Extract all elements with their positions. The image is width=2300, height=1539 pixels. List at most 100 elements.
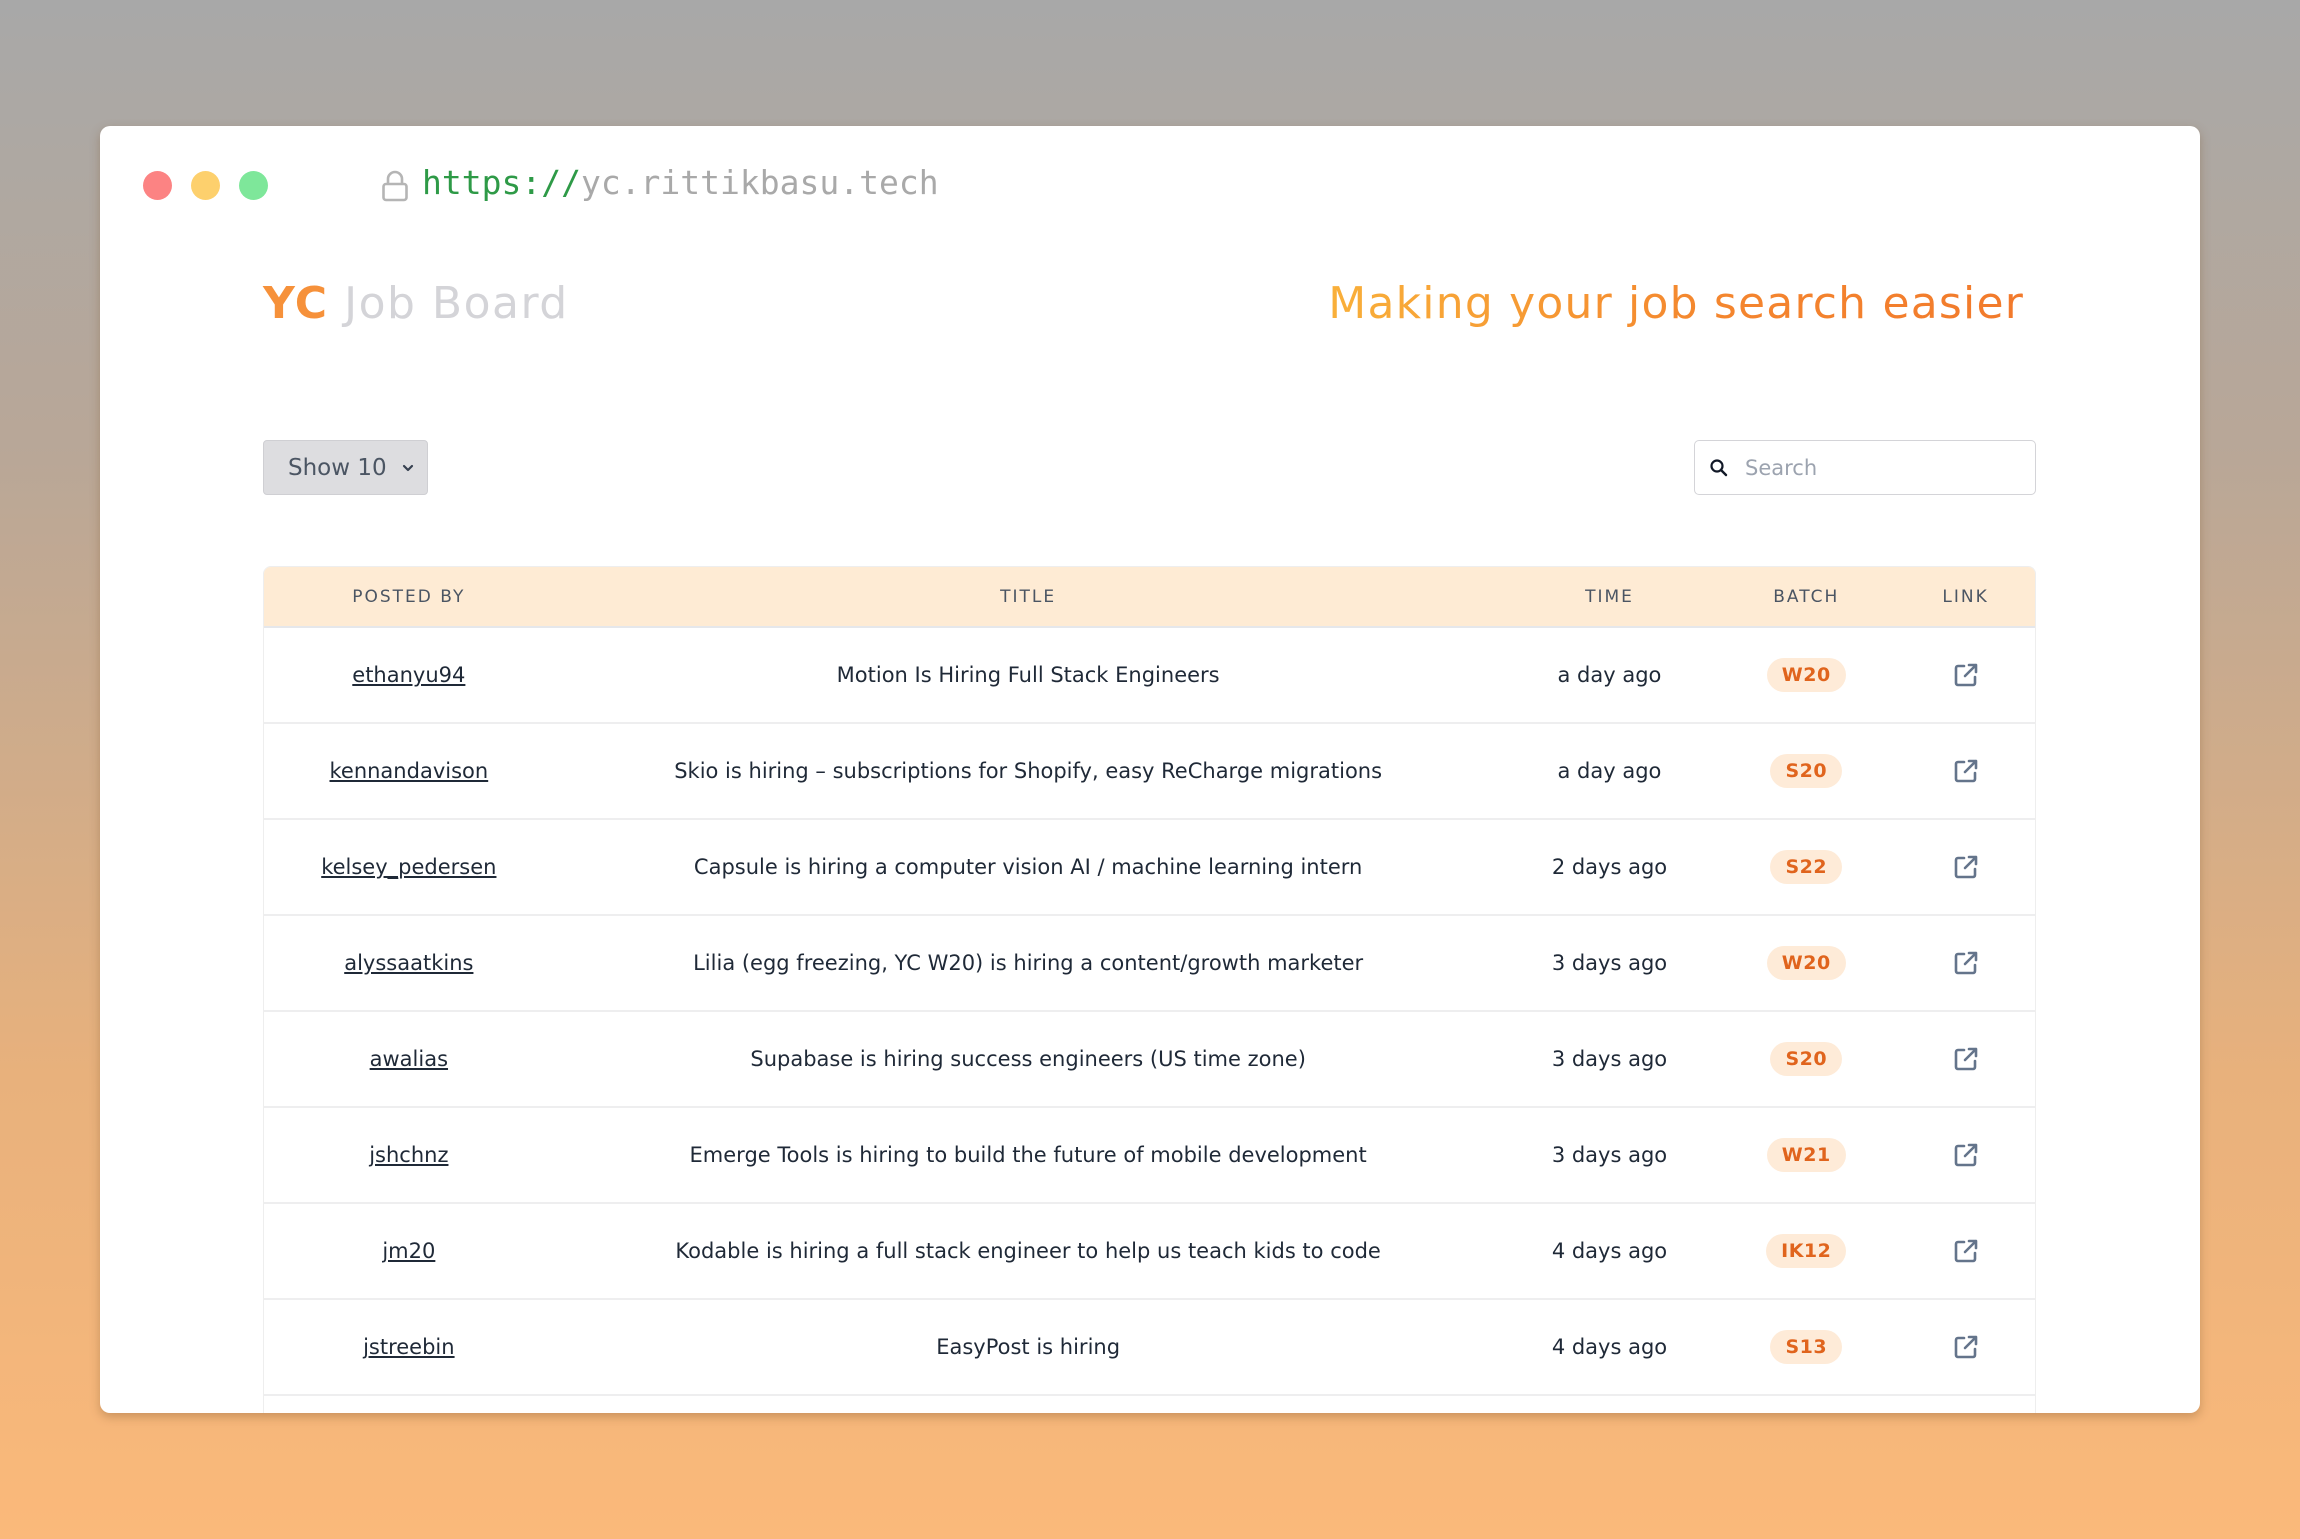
external-link-icon[interactable] xyxy=(1952,1333,1980,1361)
column-header-title[interactable]: Title xyxy=(554,587,1503,607)
poster-link[interactable]: ethanyu94 xyxy=(352,663,465,687)
link-cell xyxy=(1896,1333,2035,1361)
link-cell xyxy=(1896,1237,2035,1265)
batch-cell: S13 xyxy=(1716,1330,1896,1364)
external-link-icon[interactable] xyxy=(1952,1237,1980,1265)
page-size-select[interactable]: Show 10 xyxy=(263,440,428,495)
external-link-icon[interactable] xyxy=(1952,661,1980,689)
table-body: ethanyu94 Motion Is Hiring Full Stack En… xyxy=(264,628,2035,1413)
posted-by-cell: jstreebin xyxy=(264,1335,554,1359)
external-link-icon[interactable] xyxy=(1952,949,1980,977)
batch-cell: S20 xyxy=(1716,1042,1896,1076)
batch-badge: W20 xyxy=(1766,946,1846,980)
batch-cell: W21 xyxy=(1716,1138,1896,1172)
poster-link[interactable]: kennandavison xyxy=(329,759,488,783)
job-title: Skio is hiring – subscriptions for Shopi… xyxy=(674,759,1383,783)
external-link-icon[interactable] xyxy=(1952,853,1980,881)
poster-link[interactable]: awalias xyxy=(370,1047,448,1071)
posted-time: a day ago xyxy=(1557,759,1662,783)
search-icon xyxy=(1710,458,1728,476)
browser-window: https://yc.rittikbasu.tech YC Job Board … xyxy=(100,126,2200,1413)
column-header-link: Link xyxy=(1942,586,1989,607)
posted-time: 4 days ago xyxy=(1551,1239,1668,1263)
posted-time: a day ago xyxy=(1557,663,1662,687)
url-scheme: https:// xyxy=(422,163,581,202)
posted-by-cell: alyssaatkins xyxy=(264,951,554,975)
minimize-window-button[interactable] xyxy=(191,171,220,200)
site-logo[interactable]: YC Job Board xyxy=(263,278,569,329)
poster-link[interactable]: kelsey_pedersen xyxy=(321,855,496,879)
search-box[interactable] xyxy=(1694,440,2036,495)
job-title: Capsule is hiring a computer vision AI /… xyxy=(693,855,1363,879)
batch-badge: S22 xyxy=(1770,850,1843,884)
batch-badge: S20 xyxy=(1770,754,1843,788)
batch-cell: W20 xyxy=(1716,946,1896,980)
table-row: alyssaatkins Lilia (egg freezing, YC W20… xyxy=(264,916,2035,1012)
posted-by-cell: kennandavison xyxy=(264,759,554,783)
link-cell xyxy=(1896,949,2035,977)
chevron-down-icon xyxy=(402,464,413,471)
address-bar[interactable]: https://yc.rittikbasu.tech xyxy=(422,163,939,202)
browser-titlebar: https://yc.rittikbasu.tech xyxy=(100,126,2200,246)
posted-time: 2 days ago xyxy=(1551,855,1668,879)
jobs-table: Posted By Title Time Batch Link ethanyu9… xyxy=(263,566,2036,1413)
batch-cell: IK12 xyxy=(1716,1234,1896,1268)
posted-time: 4 days ago xyxy=(1551,1335,1668,1359)
table-row: jstreebin EasyPost is hiring 4 days ago … xyxy=(264,1300,2035,1396)
maximize-window-button[interactable] xyxy=(239,171,268,200)
url-host: yc.rittikbasu.tech xyxy=(580,163,939,202)
posted-by-cell: jshchnz xyxy=(264,1143,554,1167)
table-row: jshchnz Emerge Tools is hiring to build … xyxy=(264,1108,2035,1204)
external-link-icon[interactable] xyxy=(1952,1045,1980,1073)
posted-time: 3 days ago xyxy=(1551,1143,1668,1167)
job-title: EasyPost is hiring xyxy=(936,1335,1121,1359)
brand-name: Job Board xyxy=(344,278,569,329)
poster-link[interactable]: alyssaatkins xyxy=(344,951,473,975)
column-header-batch[interactable]: Batch xyxy=(1716,587,1896,607)
job-title: Kodable is hiring a full stack engineer … xyxy=(675,1239,1381,1263)
close-window-button[interactable] xyxy=(143,171,172,200)
table-row: kennandavison Skio is hiring – subscript… xyxy=(264,724,2035,820)
external-link-icon[interactable] xyxy=(1952,1141,1980,1169)
column-header-posted-by[interactable]: Posted By xyxy=(264,587,554,607)
posted-by-cell: awalias xyxy=(264,1047,554,1071)
link-cell xyxy=(1896,1045,2035,1073)
column-header-time[interactable]: Time xyxy=(1503,587,1717,607)
page-size-label: Show 10 xyxy=(288,454,387,481)
posted-time: 3 days ago xyxy=(1551,951,1668,975)
posted-by-cell: jm20 xyxy=(264,1239,554,1263)
batch-badge: W21 xyxy=(1766,1138,1846,1172)
job-title: Lilia (egg freezing, YC W20) is hiring a… xyxy=(693,951,1364,975)
batch-badge: W20 xyxy=(1766,658,1846,692)
tagline: Making your job search easier xyxy=(1328,278,2024,329)
batch-badge: IK12 xyxy=(1766,1234,1847,1268)
poster-link[interactable]: jstreebin xyxy=(363,1335,455,1359)
posted-by-cell: ethanyu94 xyxy=(264,663,554,687)
job-title: Supabase is hiring success engineers (US… xyxy=(750,1047,1306,1071)
poster-link[interactable]: jshchnz xyxy=(369,1143,448,1167)
batch-cell: S20 xyxy=(1716,754,1896,788)
posted-time: 3 days ago xyxy=(1551,1047,1668,1071)
posted-by-cell: kelsey_pedersen xyxy=(264,855,554,879)
batch-cell: S22 xyxy=(1716,850,1896,884)
link-cell xyxy=(1896,757,2035,785)
external-link-icon[interactable] xyxy=(1952,757,1980,785)
table-row: kelsey_pedersen Capsule is hiring a comp… xyxy=(264,820,2035,916)
table-row-partial xyxy=(264,1396,2035,1413)
search-input[interactable] xyxy=(1743,454,2007,481)
table-row: ethanyu94 Motion Is Hiring Full Stack En… xyxy=(264,628,2035,724)
link-cell xyxy=(1896,661,2035,689)
table-header: Posted By Title Time Batch Link xyxy=(264,567,2035,628)
link-cell xyxy=(1896,1141,2035,1169)
job-title: Emerge Tools is hiring to build the futu… xyxy=(689,1143,1367,1167)
batch-badge: S20 xyxy=(1770,1042,1843,1076)
batch-badge: S13 xyxy=(1770,1330,1843,1364)
brand-accent: YC xyxy=(263,278,329,329)
lock-icon xyxy=(382,170,408,202)
job-title: Motion Is Hiring Full Stack Engineers xyxy=(836,663,1220,687)
link-cell xyxy=(1896,853,2035,881)
batch-cell: W20 xyxy=(1716,658,1896,692)
poster-link[interactable]: jm20 xyxy=(382,1239,435,1263)
table-row: jm20 Kodable is hiring a full stack engi… xyxy=(264,1204,2035,1300)
table-row: awalias Supabase is hiring success engin… xyxy=(264,1012,2035,1108)
